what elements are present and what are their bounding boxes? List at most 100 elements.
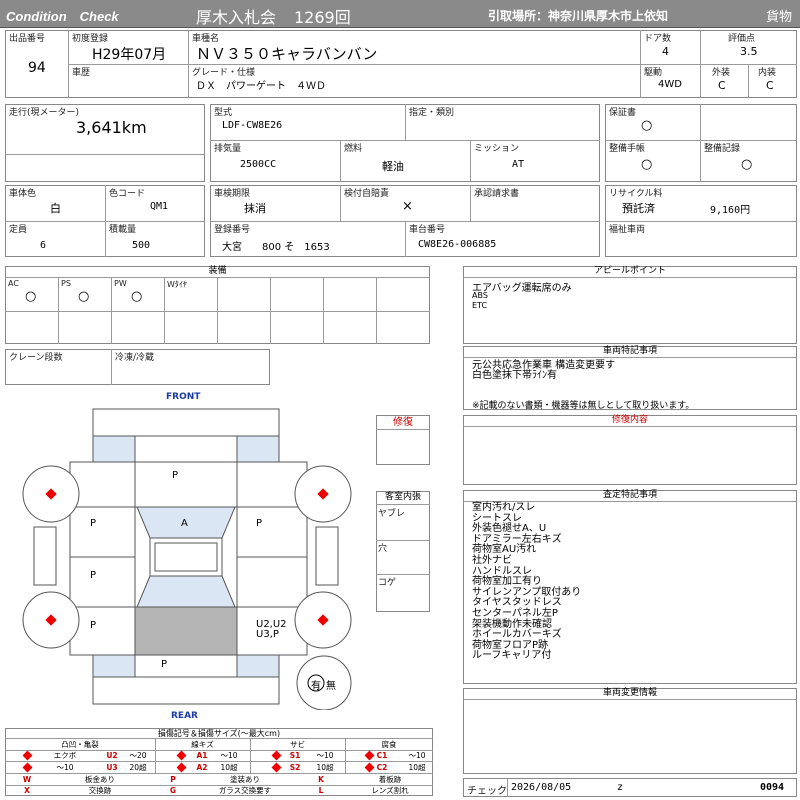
legend-rust-r1a: S1 — [289, 751, 301, 760]
approval-label: 承認請求書 — [474, 189, 520, 199]
displacement-label: 排気量 — [214, 144, 242, 154]
assessment-list: 室内汚れ/スレ シートスレ 外装色褪せA、U ドアミラー左右キズ 荷物室AU汚れ… — [472, 502, 581, 662]
mark-right-front: P — [256, 518, 263, 529]
cabin-tear: ヤブレ — [378, 509, 406, 519]
change-info-box — [463, 688, 797, 774]
drive-value: 4WD — [658, 79, 682, 90]
car-diagram — [22, 408, 352, 710]
recycle-label: リサイクル料 — [609, 189, 663, 199]
legend-scratch-r1b: ～10 — [220, 751, 238, 760]
assessment-item: 室内汚れ/スレ — [472, 502, 536, 513]
color-code-label: 色コード — [109, 189, 146, 199]
legend-corrosion-r1b: ～10 — [408, 751, 426, 760]
transmission-value: AT — [512, 159, 525, 170]
legend-group-dent: 凸凹・亀裂 — [61, 740, 99, 749]
equipment-ac-mark: ○ — [25, 289, 37, 304]
legend-group-scratch: 線キズ — [191, 740, 214, 749]
legend-rust-r2a: S2 — [289, 763, 301, 772]
mark-left-rear: P — [90, 570, 97, 581]
header-bar — [0, 0, 800, 28]
auction-session: 1269回 — [294, 8, 351, 27]
special-notes-disclaimer: ※記載のない書類・機器等は無しとして取り扱います。 — [472, 401, 695, 411]
equipment-ps-label: PS — [61, 279, 71, 288]
chassis-value: CW8E26-006885 — [418, 239, 497, 250]
mark-right-quarter-2: U3,P — [256, 629, 279, 640]
legend-title: 損傷記号＆損傷サイズ(～最大cm) — [5, 728, 433, 739]
code-x: X — [24, 786, 30, 795]
lot-number: 94 — [28, 60, 46, 76]
code-w: W — [22, 775, 32, 784]
code-k: K — [318, 775, 324, 784]
maintenance-label: 整備手帳 — [609, 144, 646, 154]
legend-group-rust: サビ — [290, 740, 305, 749]
equipment-ac-label: AC — [8, 279, 19, 288]
check-number: 0094 — [760, 782, 785, 793]
load-value: 500 — [132, 240, 151, 251]
vehicle-category: 貨物 — [766, 10, 793, 25]
fuel-label: 燃料 — [344, 144, 363, 154]
legend-scratch-r1a: A1 — [196, 751, 208, 760]
appeal-title: アピールポイント — [463, 266, 797, 278]
legend-scratch-r2b: 10超 — [220, 763, 238, 772]
mileage-value: 3,641km — [76, 118, 147, 137]
code-l: L — [318, 786, 324, 795]
type-value: LDF-CW8E26 — [222, 120, 283, 131]
lot-label: 出品番号 — [9, 34, 46, 44]
capacity-label: 定員 — [9, 225, 28, 235]
load-label: 積載量 — [109, 225, 137, 235]
appeal-line-2: ABS — [472, 291, 488, 300]
chassis-label: 車台番号 — [409, 225, 446, 235]
service-record-label: 整備記録 — [704, 144, 741, 154]
cabin-title: 客室内張 — [376, 491, 430, 505]
legend-corrosion-r2a: C2 — [376, 763, 388, 772]
legend-dent-r2b: U3 — [106, 763, 118, 772]
drive-label: 駆動 — [644, 68, 663, 78]
code-g: G — [169, 786, 177, 795]
code-p: P — [170, 775, 176, 784]
assessment-item: 社外ナビ — [472, 554, 512, 566]
first-reg-value: H29年07月 — [92, 47, 167, 63]
color-code-value: QM1 — [150, 201, 169, 212]
mark-left-quarter: P — [90, 620, 97, 631]
change-info-title: 車両変更情報 — [463, 688, 797, 700]
service-record-value: ○ — [741, 157, 753, 172]
body-color-value: 白 — [50, 202, 61, 215]
legend-dent-r1a: エクボ — [53, 751, 77, 760]
recycle-status: 預託済 — [622, 202, 655, 215]
repair-content-title: 修復内容 — [463, 415, 797, 427]
legend-rust-r1b: ～10 — [316, 751, 334, 760]
freezer-label: 冷凍/冷蔵 — [115, 353, 155, 363]
mark-left-front: P — [90, 518, 97, 529]
legend-scratch-r2a: A2 — [196, 763, 208, 772]
legend-group-corrosion: 腐食 — [381, 740, 397, 749]
legend-dent-r1c: ～20 — [129, 751, 147, 760]
pickup-location: 引取場所：神奈川県厚木市上依知 — [488, 9, 669, 23]
legend-dent-r2c: 20超 — [129, 763, 147, 772]
inspection-label: 車検期限 — [214, 189, 251, 199]
repair-label: 修復 — [376, 415, 430, 430]
fuel-value: 軽油 — [382, 160, 404, 173]
crane-label: クレーン段数 — [9, 353, 63, 363]
code-w-desc: 板金あり — [85, 775, 115, 784]
code-x-desc: 交換跡 — [88, 786, 112, 795]
legend-rust-r2b: 10超 — [316, 763, 334, 772]
score-value: 3.5 — [740, 45, 758, 58]
score-label: 評価点 — [728, 34, 756, 44]
designation-label: 指定・類別 — [409, 108, 455, 118]
legend-dent-r2a: ～10 — [56, 763, 74, 772]
exterior-value: C — [718, 79, 726, 92]
legend-dent-r1b: U2 — [106, 751, 118, 760]
legend-corrosion-r2b: 10超 — [408, 763, 426, 772]
history-label: 車歴 — [72, 68, 91, 78]
mark-windshield: A — [181, 518, 188, 529]
legend-corrosion-r1a: C1 — [376, 751, 388, 760]
assessment-item: センターパネル左P — [472, 607, 558, 619]
assessment-item: ルーフキャリア付 — [472, 650, 552, 662]
welfare-label: 福祉車両 — [609, 225, 646, 235]
equipment-pw-label: PW — [114, 279, 127, 288]
appeal-line-3: ETC — [472, 301, 488, 310]
equipment-wtire-label: Wﾀｲﾔ — [167, 280, 187, 289]
spare-tire-yes: 有 — [311, 681, 321, 692]
code-k-desc: 着板跡 — [378, 775, 402, 784]
code-g-desc: ガラス交換要す — [218, 786, 272, 795]
